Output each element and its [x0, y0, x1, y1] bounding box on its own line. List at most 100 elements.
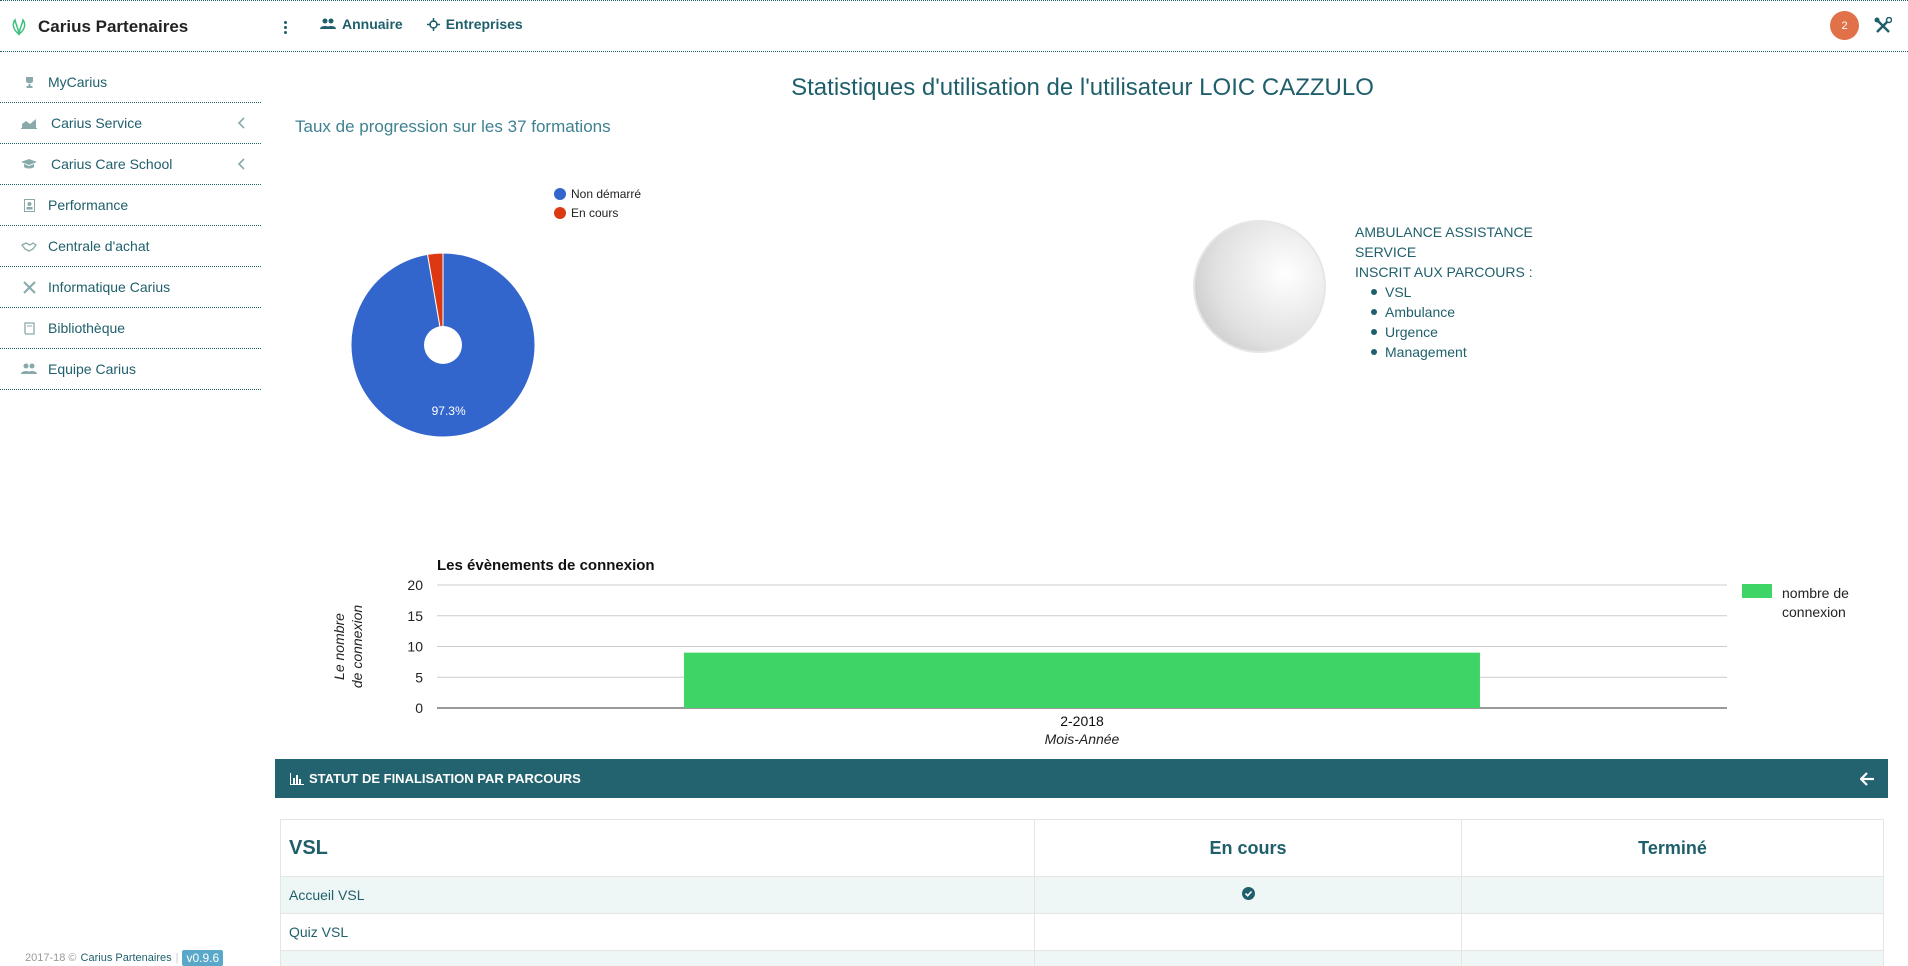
top-navbar: Carius Partenaires Annuaire Entreprises … [0, 0, 1908, 52]
sidebar-item-carius-care-school[interactable]: Carius Care School [0, 144, 261, 185]
legend-label: Non démarré [571, 186, 642, 201]
notification-badge[interactable]: 2 [1830, 11, 1859, 40]
table-row [280, 950, 1884, 966]
table-cell-name [280, 950, 1035, 966]
legend-item[interactable]: Non démarré [554, 184, 641, 203]
arrow-left-icon[interactable] [1860, 772, 1874, 786]
y-tick-label: 20 [407, 577, 423, 593]
app-title: Carius Partenaires [38, 17, 189, 36]
parcours-list: VSL Ambulance Urgence Management [1371, 282, 1533, 362]
legend-swatch [554, 206, 566, 219]
sidebar-item-label: Bibliothèque [48, 320, 126, 336]
handshake-icon [21, 238, 37, 254]
id-badge-icon [21, 197, 37, 213]
legend-label: En cours [571, 205, 619, 220]
table-cell-termine [1461, 950, 1884, 966]
legend-item[interactable]: En cours [554, 203, 641, 222]
sidebar-item-label: Carius Care School [51, 156, 173, 172]
nav-annuaire[interactable]: Annuaire [320, 16, 403, 32]
table-header-en-cours: En cours [1034, 819, 1462, 877]
sidebar: MyCarius Carius Service Carius Care Scho… [0, 62, 261, 390]
trophy-icon [21, 74, 37, 90]
status-panel-title: STATUT DE FINALISATION PAR PARCOURS [309, 771, 581, 786]
table-cell-en-cours [1034, 950, 1462, 966]
footer-link[interactable]: Carius Partenaires [81, 952, 172, 964]
sidebar-item-label: Performance [48, 197, 129, 213]
version-badge: v0.9.6 [182, 950, 224, 966]
table-cell-en-cours [1034, 913, 1462, 951]
table-row: Quiz VSL [280, 913, 1884, 951]
page-title: Statistiques d'utilisation de l'utilisat… [791, 74, 1374, 101]
chevron-left-icon [237, 158, 245, 170]
sidebar-item-equipe[interactable]: Equipe Carius [0, 349, 261, 390]
company-name: AMBULANCE ASSISTANCE [1355, 224, 1533, 240]
sidebar-item-informatique[interactable]: Informatique Carius [0, 267, 261, 308]
profile-info: AMBULANCE ASSISTANCE SERVICE INSCRIT AUX… [1355, 222, 1533, 362]
parcours-label: INSCRIT AUX PARCOURS : [1355, 264, 1533, 280]
pie-slice-label: 97.3% [432, 404, 466, 418]
legend-label: nombre de connexion [1782, 585, 1849, 620]
table-header-parcours: VSL [280, 819, 1035, 877]
users-icon [320, 18, 336, 29]
area-chart-icon [21, 115, 37, 131]
sidebar-item-label: Equipe Carius [48, 361, 136, 377]
legend-swatch [554, 187, 566, 200]
donut-hole [424, 326, 462, 364]
tools-icon[interactable] [1874, 17, 1892, 35]
nav-entreprises[interactable]: Entreprises [426, 16, 523, 32]
tools-icon [21, 279, 37, 295]
bar-legend: nombre de connexion [1742, 584, 1872, 622]
copyright-text: 2017-18 © [25, 952, 77, 964]
sidebar-item-mycarius[interactable]: MyCarius [0, 62, 261, 103]
crosshair-icon [426, 17, 440, 31]
table-row: Accueil VSL [280, 876, 1884, 914]
table-cell-en-cours [1034, 876, 1462, 914]
pie-legend: Non démarré En cours [554, 184, 641, 222]
status-panel-header[interactable]: STATUT DE FINALISATION PAR PARCOURS [275, 759, 1888, 798]
leaf-logo-icon [12, 18, 26, 36]
sidebar-item-carius-service[interactable]: Carius Service [0, 103, 261, 144]
sidebar-footer: 2017-18 © Carius Partenaires | v0.9.6 [25, 950, 224, 966]
graduation-cap-icon [21, 156, 37, 172]
list-item: VSL [1371, 282, 1533, 302]
sidebar-item-label: MyCarius [48, 74, 108, 90]
y-tick-label: 10 [407, 639, 423, 655]
x-axis-label: Mois-Année [1045, 731, 1120, 747]
check-circle-icon [1241, 887, 1255, 900]
chevron-left-icon [237, 117, 245, 129]
y-tick-label: 15 [407, 608, 423, 624]
top-nav: Annuaire Entreprises [320, 16, 523, 32]
sidebar-item-label: Centrale d'achat [48, 238, 150, 254]
sidebar-item-label: Informatique Carius [48, 279, 171, 295]
list-item: Urgence [1371, 322, 1533, 342]
table-cell-termine [1461, 876, 1884, 914]
table-cell-termine [1461, 913, 1884, 951]
connection-bar-chart: Les évènements de connexion 0 5 10 15 20 2-201… [331, 557, 1727, 747]
kebab-menu-icon[interactable] [280, 17, 290, 37]
table-cell-name: Quiz VSL [280, 913, 1035, 951]
progress-subtitle: Taux de progression sur les 37 formation… [295, 117, 611, 136]
book-icon [21, 320, 37, 336]
bar[interactable] [684, 652, 1480, 708]
table-cell-name: Accueil VSL [280, 876, 1035, 914]
y-tick-label: 0 [415, 700, 423, 716]
sidebar-item-bibliotheque[interactable]: Bibliothèque [0, 308, 261, 349]
sidebar-item-centrale-achat[interactable]: Centrale d'achat [0, 226, 261, 267]
chart-title: Les évènements de connexion [437, 557, 655, 574]
progress-pie-chart: 97.3% [350, 252, 536, 438]
x-tick-label: 2-2018 [1060, 713, 1104, 729]
sidebar-item-performance[interactable]: Performance [0, 185, 261, 226]
users-icon [21, 361, 37, 377]
y-axis-label: Le nombre de connexion [331, 605, 365, 689]
nav-entreprises-label: Entreprises [445, 16, 523, 32]
nav-annuaire-label: Annuaire [342, 16, 403, 32]
bar-chart-icon [290, 772, 304, 785]
avatar [1193, 220, 1326, 353]
table-header-termine: Terminé [1461, 819, 1884, 877]
list-item: Management [1371, 342, 1533, 362]
legend-swatch [1742, 584, 1772, 598]
parcours-status-table: VSL En cours Terminé Accueil VSL Quiz VS… [280, 819, 1884, 966]
y-tick-label: 5 [415, 669, 423, 685]
brand[interactable]: Carius Partenaires [10, 15, 188, 39]
company-name-line2: SERVICE [1355, 244, 1417, 260]
